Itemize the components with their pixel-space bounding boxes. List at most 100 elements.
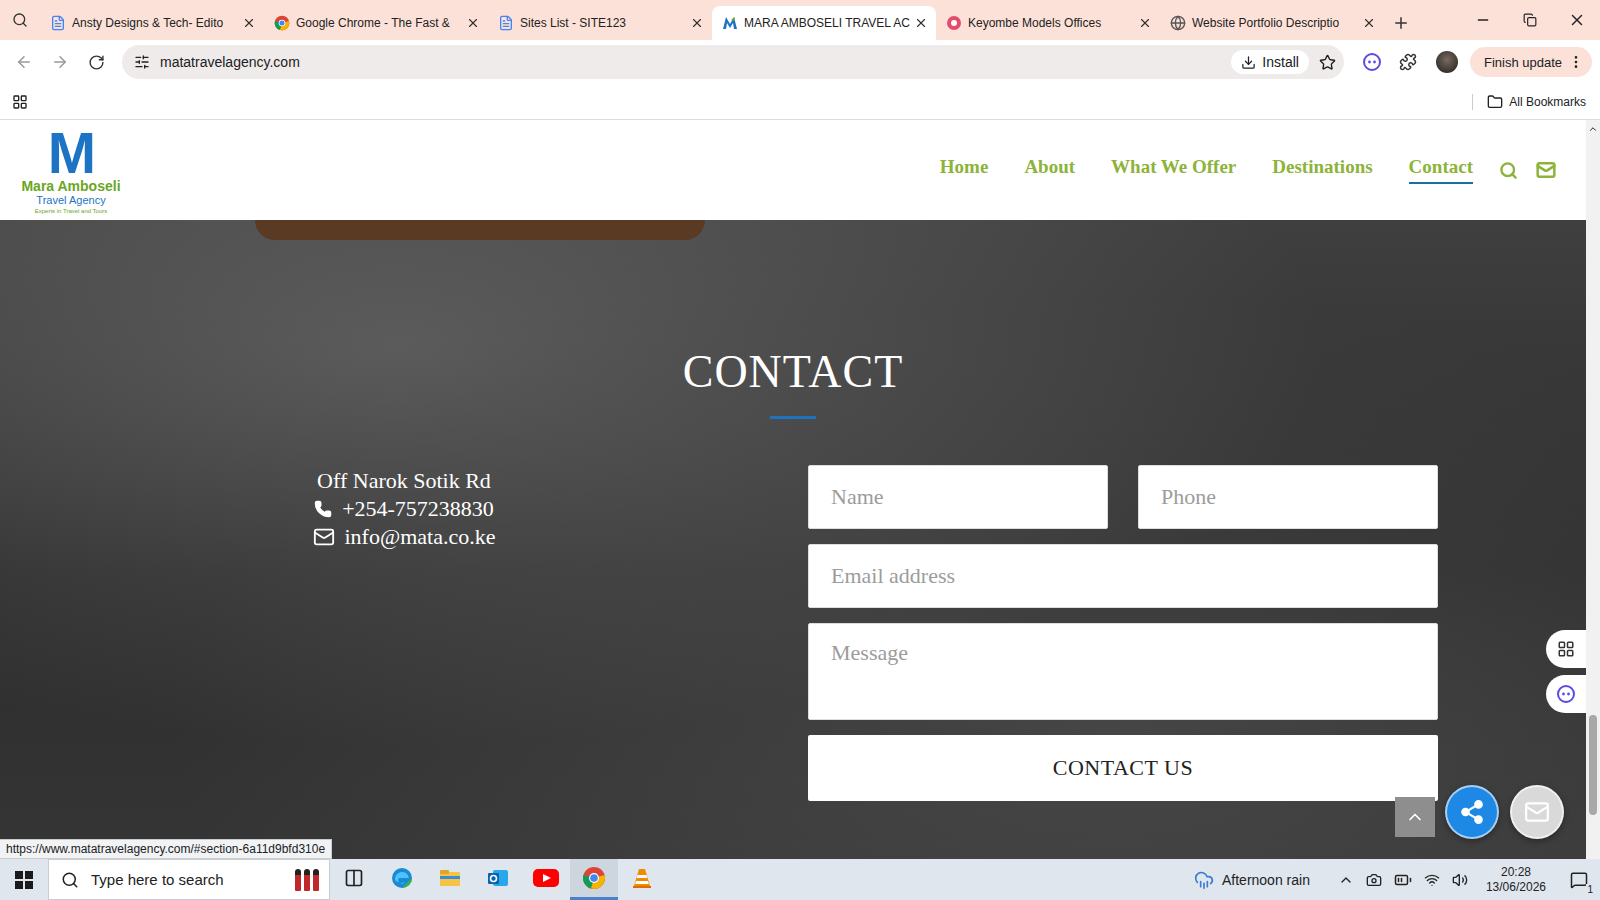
- address-bar[interactable]: matatravelagency.com Install: [122, 45, 1344, 79]
- browser-tab[interactable]: Website Portfolio Descriptio: [1160, 6, 1384, 40]
- notifications-button[interactable]: 1: [1564, 865, 1594, 895]
- weather[interactable]: Afternoon rain: [1194, 870, 1310, 890]
- apps-icon: [1557, 640, 1575, 658]
- close-icon: [1568, 11, 1586, 29]
- bookmarks-bar: All Bookmarks: [0, 84, 1600, 120]
- task-view-icon: [344, 868, 364, 888]
- all-bookmarks[interactable]: All Bookmarks: [1472, 94, 1586, 110]
- chrome-icon: [582, 866, 606, 890]
- side-extension-tab[interactable]: [1546, 675, 1586, 713]
- restore-button[interactable]: [1506, 0, 1553, 40]
- logo-mark: M: [48, 127, 94, 179]
- address-text: matatravelagency.com: [160, 54, 1221, 70]
- message-field[interactable]: [808, 623, 1438, 720]
- tab-search[interactable]: [0, 0, 40, 40]
- toolbar: matatravelagency.com Install Finish update: [0, 40, 1600, 84]
- browser-tab[interactable]: Ansty Designs & Tech- Edito: [40, 6, 264, 40]
- extensions-button[interactable]: [1392, 46, 1424, 78]
- search-icon: [61, 871, 79, 889]
- scroll-top-button[interactable]: [1395, 797, 1435, 837]
- tab-close[interactable]: [242, 16, 256, 30]
- phone[interactable]: +254-757238830: [314, 495, 494, 523]
- youtube-icon: [533, 868, 559, 888]
- tab-close[interactable]: [690, 16, 704, 30]
- forward-button[interactable]: [44, 46, 76, 78]
- mail-button[interactable]: [1510, 785, 1564, 839]
- tray-chevron-icon[interactable]: [1338, 872, 1354, 888]
- clock[interactable]: 20:2813/06/2026: [1480, 865, 1552, 895]
- profile-avatar[interactable]: [1436, 51, 1458, 73]
- bookmark-star-icon[interactable]: [1319, 54, 1336, 71]
- reload-icon: [88, 54, 105, 71]
- nav-item[interactable]: Destinations: [1272, 156, 1372, 184]
- close-icon: [242, 16, 256, 30]
- form-field[interactable]: [808, 465, 1108, 529]
- contact-section: CONTACTOff Narok Sotik Rd+254-757238830i…: [0, 220, 1586, 859]
- close-icon: [914, 16, 928, 30]
- minimize-button[interactable]: [1459, 0, 1506, 40]
- taskbar-app[interactable]: [330, 859, 378, 900]
- site-logo[interactable]: MMara AmboseliTravel AgencyExperts in Tr…: [16, 127, 126, 214]
- scroll-up-icon: [1588, 124, 1598, 134]
- status-url: https://www.matatravelagency.com/#sectio…: [0, 839, 332, 859]
- browser-tab[interactable]: MARA AMBOSELI TRAVEL AC: [712, 6, 936, 40]
- share-button[interactable]: [1445, 785, 1499, 839]
- taskbar-search[interactable]: Type here to search: [48, 859, 330, 900]
- tab-close[interactable]: [1138, 16, 1152, 30]
- form-field[interactable]: [808, 544, 1438, 608]
- install-button[interactable]: Install: [1231, 50, 1309, 74]
- wifi-icon[interactable]: [1424, 872, 1440, 888]
- finish-update-button[interactable]: Finish update: [1470, 47, 1592, 77]
- reload-button[interactable]: [80, 46, 112, 78]
- taskbar-app[interactable]: [474, 859, 522, 900]
- chrome-icon: [274, 15, 290, 31]
- start-button[interactable]: [0, 859, 48, 900]
- screen: Ansty Designs & Tech- EditoGoogle Chrome…: [0, 0, 1600, 900]
- taskbar-app[interactable]: [522, 859, 570, 900]
- install-icon: [1241, 55, 1256, 70]
- extension-button[interactable]: [1356, 46, 1388, 78]
- mail-icon[interactable]: [1536, 160, 1556, 180]
- new-tab-button[interactable]: [1384, 6, 1418, 40]
- battery-icon[interactable]: [1394, 871, 1412, 889]
- rain-icon: [1194, 870, 1214, 890]
- scrollbar[interactable]: [1586, 120, 1600, 859]
- side-apps-tab[interactable]: [1546, 630, 1586, 668]
- tab-label: Keyombe Models Offices: [968, 16, 1132, 30]
- browser-tab[interactable]: Keyombe Models Offices: [936, 6, 1160, 40]
- windows-icon: [15, 871, 33, 889]
- taskbar-app[interactable]: [618, 859, 666, 900]
- contact-us-button[interactable]: CONTACT US: [808, 735, 1438, 801]
- docs-icon: [498, 15, 514, 31]
- scroll-thumb[interactable]: [1589, 715, 1597, 815]
- tab-close[interactable]: [1362, 16, 1376, 30]
- close-window-button[interactable]: [1553, 0, 1600, 40]
- taskbar-app[interactable]: [426, 859, 474, 900]
- meet-icon[interactable]: [1366, 872, 1382, 888]
- tab-close[interactable]: [914, 16, 928, 30]
- nav-item[interactable]: What We Offer: [1111, 156, 1236, 184]
- edge-icon: [390, 866, 414, 890]
- tab-close[interactable]: [466, 16, 480, 30]
- browser-tab[interactable]: Sites List - SITE123: [488, 6, 712, 40]
- tab-label: Website Portfolio Descriptio: [1192, 16, 1356, 30]
- form-field[interactable]: [1138, 465, 1438, 529]
- address: Off Narok Sotik Rd: [317, 467, 491, 495]
- taskbar: Type here to search Afternoon rain 20:2813…: [0, 859, 1600, 900]
- browser-tab[interactable]: Google Chrome - The Fast &: [264, 6, 488, 40]
- system-tray: Afternoon rain 20:2813/06/2026 1: [1194, 865, 1600, 895]
- nav-item[interactable]: About: [1024, 156, 1075, 184]
- nav-item[interactable]: Home: [940, 156, 989, 184]
- taskbar-app[interactable]: [570, 859, 618, 900]
- back-button[interactable]: [8, 46, 40, 78]
- vlc-icon: [630, 866, 654, 890]
- extension-eyes-icon: [1362, 52, 1382, 72]
- search-icon[interactable]: [1499, 161, 1518, 180]
- nav-item[interactable]: Contact: [1409, 156, 1473, 184]
- taskbar-app[interactable]: [378, 859, 426, 900]
- email[interactable]: info@mata.co.ke: [313, 523, 496, 551]
- contact-form: CONTACT US: [808, 465, 1438, 801]
- apps-icon[interactable]: [12, 94, 28, 110]
- volume-icon[interactable]: [1452, 872, 1468, 888]
- page: MMara AmboseliTravel AgencyExperts in Tr…: [0, 120, 1600, 859]
